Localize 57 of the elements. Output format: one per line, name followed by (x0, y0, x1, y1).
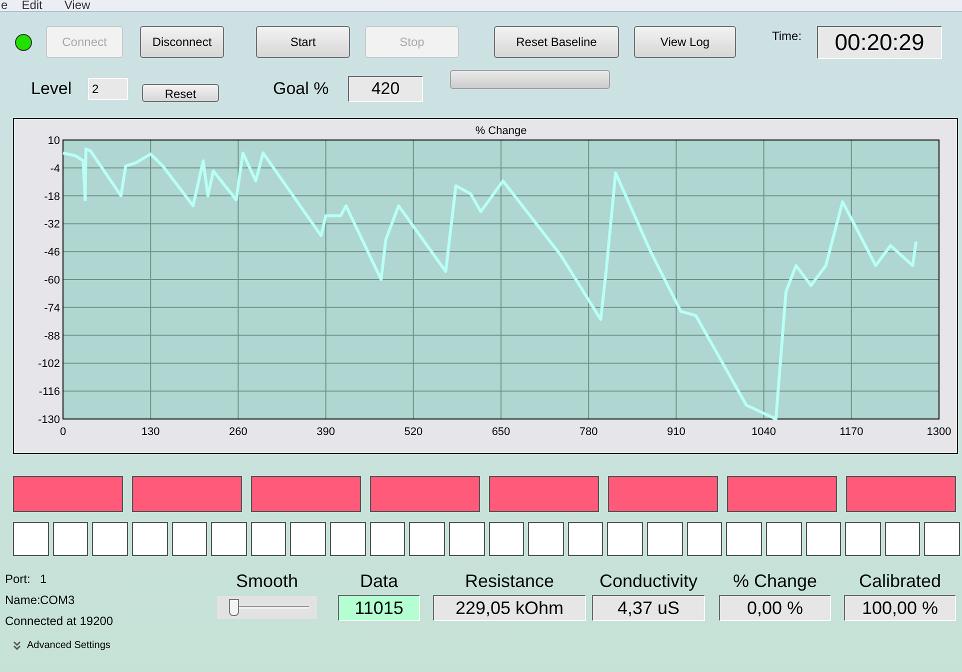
double-chevron-icon (13, 640, 21, 650)
time-label: Time: (772, 28, 803, 45)
menu-item[interactable]: e (1, 0, 8, 11)
smooth-slider[interactable] (217, 596, 317, 619)
chart-title: % Change (475, 125, 527, 137)
button[interactable]: Disconnect (140, 26, 224, 58)
y-axis-label: -130 (38, 414, 60, 426)
y-axis-label: -4 (50, 162, 60, 175)
y-axis-label: 10 (48, 135, 60, 147)
info-label: Port: (5, 570, 32, 588)
level-field[interactable]: 2 (88, 78, 128, 100)
time-display: 00:20:29 (817, 26, 942, 58)
x-axis-label: 650 (492, 426, 510, 438)
y-axis-label: -102 (38, 358, 60, 370)
y-axis-label: -116 (38, 386, 60, 398)
y-axis-label: -88 (44, 330, 60, 342)
metric-label: Conductivity (599, 570, 698, 593)
goal-label: Goal % (273, 78, 330, 100)
y-axis-label: -32 (44, 218, 60, 231)
advanced-settings-toggle[interactable]: Advanced Settings (13, 631, 217, 659)
readout-field: 100,00 % (844, 595, 956, 621)
info-label: Name: (5, 592, 39, 608)
goal-field[interactable]: 420 (348, 76, 423, 102)
y-axis-label: -60 (44, 274, 60, 286)
x-axis-label: 1300 (926, 426, 952, 438)
button[interactable]: Reset Baseline (494, 26, 619, 58)
readout-field: 4,37 uS (592, 595, 705, 621)
y-axis-label: -18 (44, 190, 60, 203)
metric-label: Calibrated (858, 570, 942, 593)
x-axis-label: 0 (60, 426, 66, 438)
metric-label: Resistance (464, 570, 554, 593)
level-label: Level (31, 78, 73, 100)
readout-field: 0,00 % (719, 595, 831, 621)
x-axis-label: 260 (229, 426, 248, 438)
metric-label: % Change (732, 570, 818, 593)
readout-field: 11015 (338, 595, 420, 621)
info-value: 1 (40, 570, 47, 588)
x-axis-label: 520 (404, 426, 423, 438)
x-axis-label: 1040 (752, 426, 776, 438)
y-axis-label: -46 (44, 246, 60, 259)
slider-thumb[interactable] (229, 599, 240, 616)
reset-button[interactable]: Reset (142, 84, 219, 102)
x-axis-label: 390 (316, 426, 335, 438)
button[interactable]: Start (256, 26, 350, 58)
menu-item[interactable]: Edit (22, 0, 42, 11)
readout-field: 229,05 kOhm (433, 595, 586, 621)
x-axis-label: 1170 (840, 426, 864, 438)
metric-label: Smooth (236, 570, 298, 593)
menu-item[interactable]: View (64, 0, 90, 11)
info-value: COM3 (40, 592, 75, 608)
x-axis-label: 910 (667, 426, 686, 438)
y-axis-label: -74 (44, 302, 60, 314)
button[interactable]: View Log (634, 26, 736, 58)
info-label: Connected at 19200 (5, 612, 114, 630)
metric-label: Data (360, 570, 398, 593)
x-axis-label: 130 (141, 426, 160, 438)
x-axis-label: 780 (579, 426, 598, 438)
